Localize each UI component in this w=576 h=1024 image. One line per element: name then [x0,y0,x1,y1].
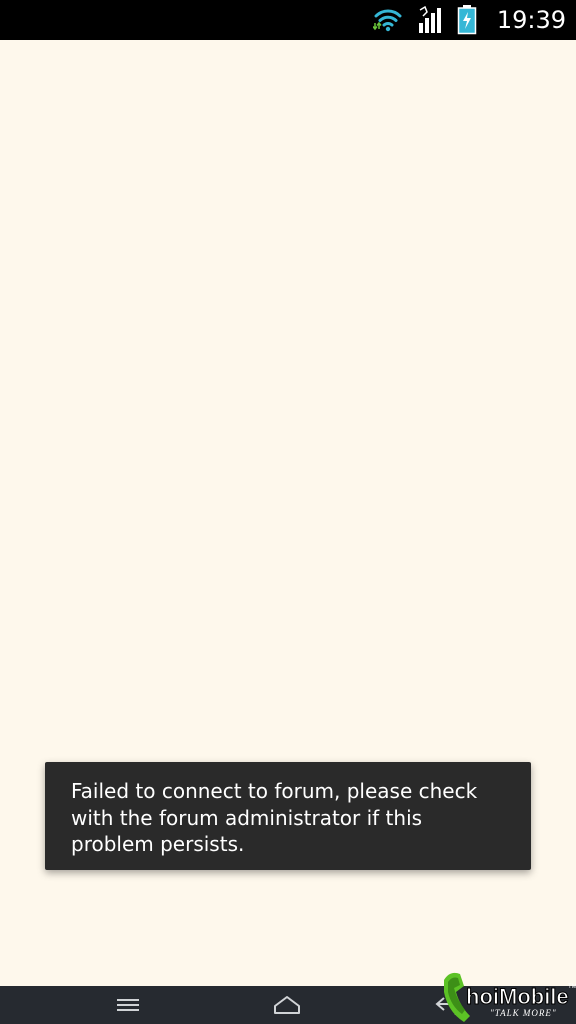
menu-button[interactable] [98,986,158,1024]
battery-charging-icon [457,5,477,35]
home-icon [274,996,300,1014]
status-time: 19:39 [496,6,566,34]
toast: Failed to connect to forum, please check… [45,762,531,870]
watermark-logo: hoiMobile "TALK MORE" TM [444,972,576,1022]
toast-message: Failed to connect to forum, please check… [71,779,478,856]
wifi-icon [372,9,402,32]
svg-text:hoiMobile: hoiMobile [466,984,569,1009]
menu-icon [117,999,139,1011]
signal-icon [418,6,441,33]
svg-text:"TALK MORE": "TALK MORE" [490,1008,557,1018]
home-button[interactable] [257,986,317,1024]
status-bar: 19:39 [0,0,576,40]
status-icons: 19:39 [372,0,566,40]
svg-text:TM: TM [568,984,576,990]
